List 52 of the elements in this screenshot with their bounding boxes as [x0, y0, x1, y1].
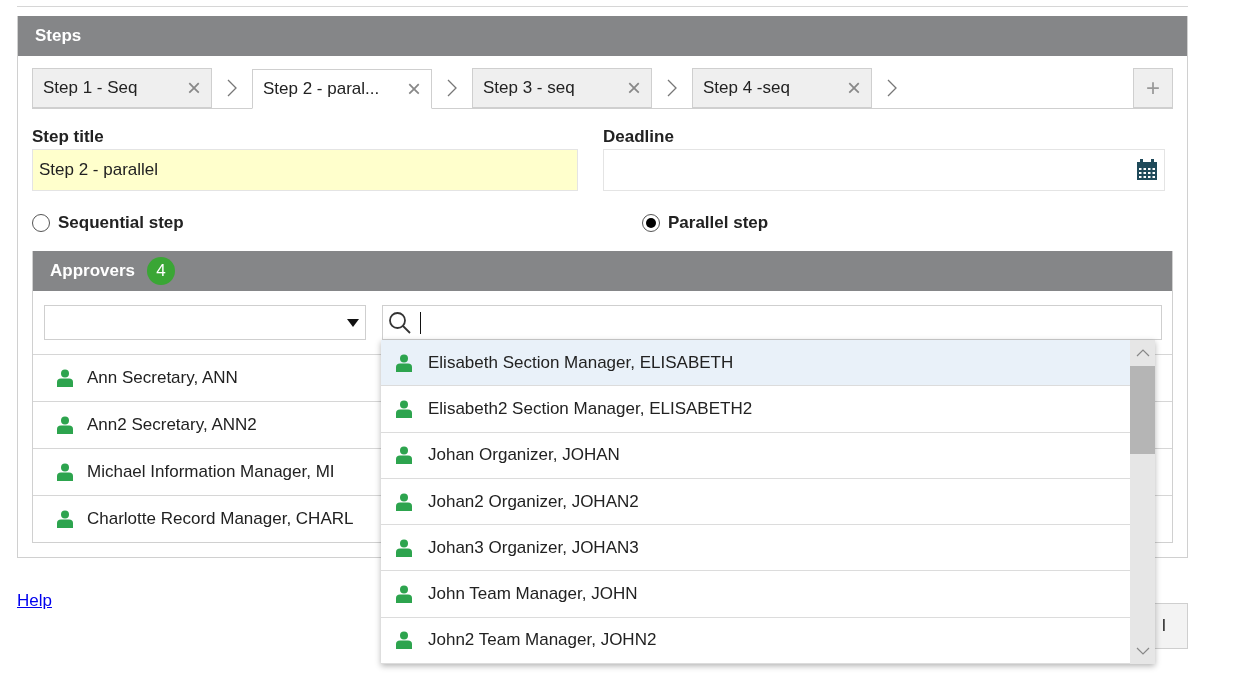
suggestion-item[interactable]: Elisabeth Section Manager, ELISABETH — [381, 340, 1130, 387]
suggestion-item[interactable]: Elisabeth2 Section Manager, ELISABETH2 — [381, 386, 1130, 433]
step-tab[interactable]: Step 3 - seq × — [472, 68, 652, 108]
search-field[interactable] — [382, 305, 1162, 340]
caret-icon — [347, 318, 359, 327]
person-icon — [57, 369, 73, 387]
calendar-icon[interactable] — [1136, 159, 1158, 181]
person-icon — [396, 446, 412, 465]
help-link[interactable]: Help — [17, 591, 52, 611]
person-icon — [57, 416, 73, 434]
person-icon — [396, 353, 412, 372]
step-tab[interactable]: Step 4 -seq × — [692, 68, 872, 108]
count-badge: 4 — [147, 257, 176, 285]
field-label: Deadline — [603, 127, 675, 147]
person-icon — [396, 631, 412, 650]
person-icon — [396, 492, 412, 511]
suggestion-item[interactable]: John2 Team Manager, JOHN2 — [381, 617, 1130, 665]
scrollbar-thumb[interactable] — [1130, 366, 1155, 454]
steps-title: Steps — [35, 26, 82, 46]
chevron-right-icon — [886, 78, 898, 98]
approver-name: Ann2 Secretary, ANN2 — [87, 415, 257, 435]
scroll-up-icon[interactable] — [1135, 349, 1150, 357]
person-icon — [396, 399, 412, 418]
scrollbar[interactable] — [1130, 340, 1155, 664]
person-icon — [57, 510, 73, 528]
approvers-title: Approvers — [50, 261, 136, 281]
step-title-input[interactable]: Step 2 - parallel — [32, 149, 578, 191]
approver-name: Michael Information Manager, MI — [87, 462, 335, 482]
radio-button[interactable] — [32, 214, 50, 232]
suggestion-item[interactable]: Johan Organizer, JOHAN — [381, 432, 1130, 479]
radio-button[interactable] — [642, 214, 660, 232]
close-icon[interactable]: × — [407, 77, 421, 101]
person-icon — [57, 463, 73, 481]
person-icon — [396, 538, 412, 557]
field-label: Step title — [32, 127, 105, 147]
step-tab[interactable]: Step 2 - paral... × — [252, 69, 432, 109]
scroll-down-icon[interactable] — [1135, 647, 1150, 655]
radio-label[interactable]: Sequential step — [58, 213, 184, 233]
person-icon — [396, 585, 412, 604]
chevron-right-icon — [226, 78, 238, 98]
step-tab[interactable]: Step 1 - Seq × — [32, 68, 212, 108]
suggestion-item[interactable]: Johan3 Organizer, JOHAN3 — [381, 525, 1130, 572]
chevron-right-icon — [446, 78, 458, 98]
approver-name: Charlotte Record Manager, CHARL — [87, 509, 354, 529]
suggestion-item[interactable]: Johan2 Organizer, JOHAN2 — [381, 478, 1130, 526]
chevron-right-icon — [666, 78, 678, 98]
radio-label[interactable]: Parallel step — [668, 213, 769, 233]
dropdown-field[interactable] — [44, 305, 366, 340]
approver-name: Ann Secretary, ANN — [87, 368, 238, 388]
deadline-input[interactable] — [603, 149, 1165, 191]
search-icon — [388, 310, 412, 335]
suggestion-item[interactable]: John Team Manager, JOHN — [381, 571, 1130, 618]
